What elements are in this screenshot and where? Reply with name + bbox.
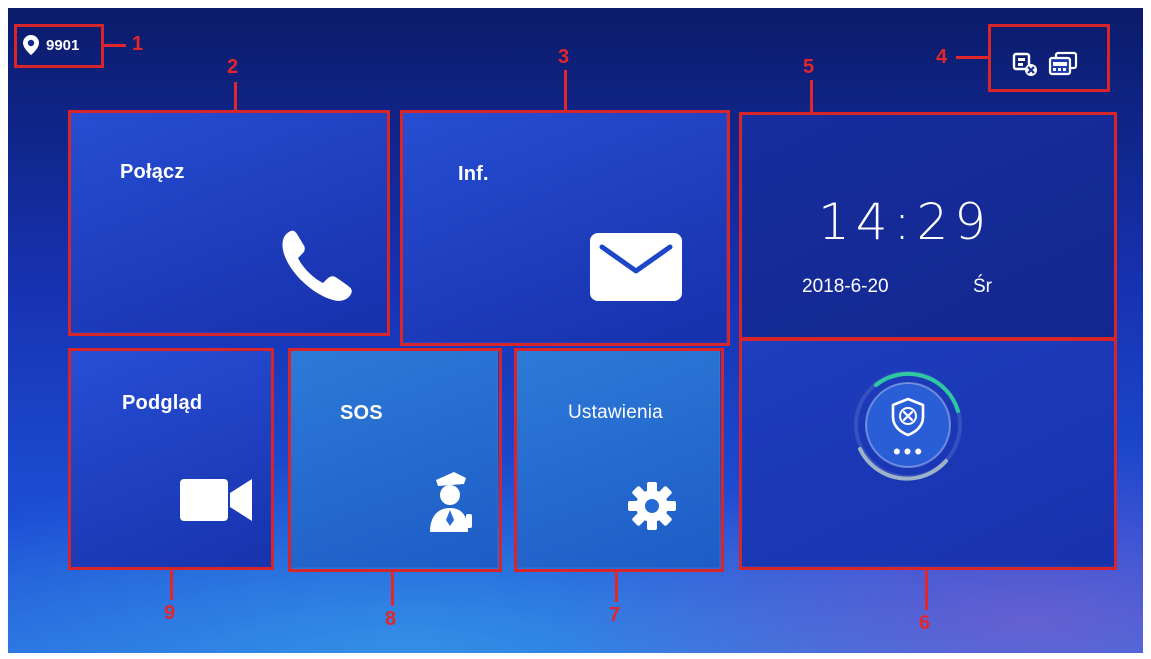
callout-number-4: 4 (936, 46, 948, 68)
callout-line-6 (925, 570, 928, 610)
location-pin-icon (22, 34, 40, 56)
callout-line-1 (104, 44, 126, 47)
status-icons (998, 44, 1118, 84)
callout-number-3: 3 (558, 46, 570, 68)
callout-number-1: 1 (132, 33, 144, 55)
sos-tile[interactable]: SOS (290, 350, 498, 568)
network-disconnected-icon[interactable] (1012, 51, 1038, 77)
callout-line-8 (391, 572, 394, 606)
monitor-windows-icon[interactable] (1048, 51, 1078, 77)
info-tile[interactable]: Inf. (401, 111, 727, 343)
callout-number-6: 6 (919, 612, 931, 634)
callout-line-7 (615, 572, 618, 602)
callout-number-2: 2 (227, 56, 239, 78)
clock-weekday: Śr (973, 276, 992, 297)
envelope-icon (588, 231, 684, 303)
callout-line-4 (956, 56, 988, 59)
call-tile[interactable]: Połącz (70, 111, 388, 333)
gear-icon (626, 480, 678, 532)
sos-label: SOS (340, 402, 383, 424)
callout-line-9 (170, 570, 173, 600)
callout-line-5 (810, 80, 813, 112)
room-number: 9901 (46, 36, 80, 54)
security-guard-icon (422, 470, 476, 534)
callout-number-5: 5 (803, 56, 815, 78)
alarm-state-dots: ••• (892, 439, 926, 464)
video-camera-icon (178, 475, 256, 525)
settings-label: Ustawienia (568, 402, 663, 423)
callout-number-8: 8 (385, 608, 397, 630)
room-number-indicator: 9901 (22, 34, 79, 56)
alarm-tile[interactable]: ••• (740, 339, 1116, 567)
settings-tile[interactable]: Ustawienia (516, 350, 720, 568)
callout-line-3 (564, 70, 567, 110)
clock-tile: 14:29 2018-6-20 Śr (740, 113, 1116, 339)
callout-number-9: 9 (164, 602, 176, 624)
shield-disarmed-icon (890, 397, 926, 437)
intercom-screen: 9901 Połącz Inf. 14:29 2018-6-20 Śr ••• … (8, 8, 1143, 653)
phone-icon (275, 226, 365, 306)
call-label: Połącz (120, 161, 185, 183)
info-label: Inf. (458, 163, 489, 185)
callout-line-2 (234, 82, 237, 110)
clock-date: 2018-6-20 (802, 276, 889, 297)
callout-number-7: 7 (609, 604, 621, 626)
preview-tile[interactable]: Podgląd (70, 350, 272, 568)
clock-time: 14:29 (818, 193, 993, 251)
preview-label: Podgląd (122, 392, 203, 414)
